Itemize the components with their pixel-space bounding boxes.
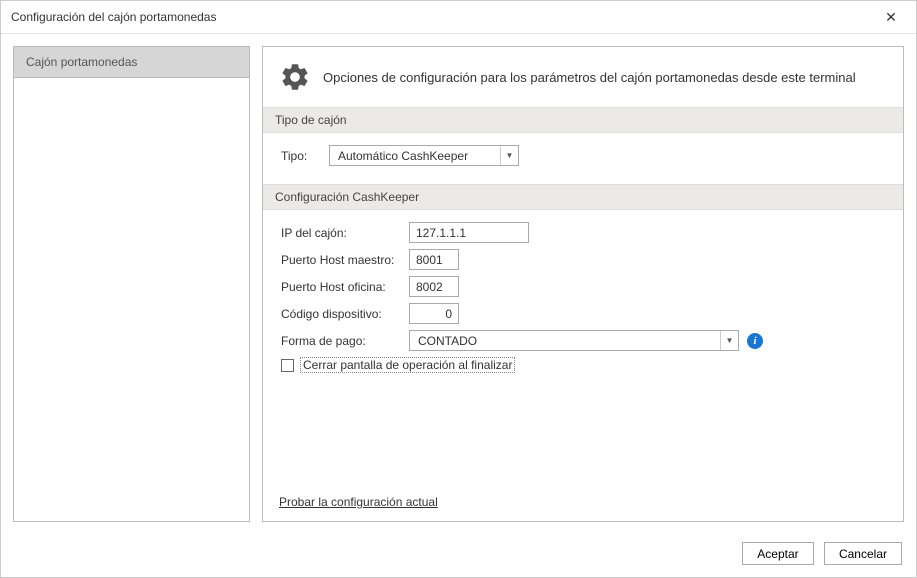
row-forma-pago: Forma de pago: CONTADO ▼ i bbox=[281, 330, 885, 351]
cerrar-checkbox[interactable] bbox=[281, 359, 294, 372]
content-area: Cajón portamonedas Opciones de configura… bbox=[1, 34, 916, 534]
test-config-link[interactable]: Probar la configuración actual bbox=[279, 495, 438, 509]
puerto-oficina-label: Puerto Host oficina: bbox=[281, 280, 401, 294]
tipo-label: Tipo: bbox=[281, 149, 321, 163]
close-button[interactable]: ✕ bbox=[876, 7, 906, 27]
puerto-maestro-label: Puerto Host maestro: bbox=[281, 253, 401, 267]
section-tipo: Tipo de cajón Tipo: Automático CashKeepe… bbox=[263, 107, 903, 184]
forma-pago-value: CONTADO bbox=[410, 334, 720, 348]
panel-header: Opciones de configuración para los parám… bbox=[263, 47, 903, 107]
accept-button[interactable]: Aceptar bbox=[742, 542, 814, 565]
forma-pago-dropdown[interactable]: CONTADO ▼ bbox=[409, 330, 739, 351]
chevron-down-icon: ▼ bbox=[500, 146, 518, 165]
puerto-oficina-input[interactable] bbox=[409, 276, 459, 297]
section-tipo-header: Tipo de cajón bbox=[263, 107, 903, 133]
gear-icon bbox=[279, 61, 311, 93]
row-ip: IP del cajón: bbox=[281, 222, 885, 243]
row-codigo: Código dispositivo: bbox=[281, 303, 885, 324]
window-title: Configuración del cajón portamonedas bbox=[11, 10, 216, 24]
section-cashkeeper: Configuración CashKeeper IP del cajón: P… bbox=[263, 184, 903, 385]
titlebar: Configuración del cajón portamonedas ✕ bbox=[1, 1, 916, 34]
tipo-dropdown-value: Automático CashKeeper bbox=[330, 149, 500, 163]
cerrar-checkbox-label: Cerrar pantalla de operación al finaliza… bbox=[300, 357, 515, 373]
cancel-button[interactable]: Cancelar bbox=[824, 542, 902, 565]
close-icon: ✕ bbox=[885, 9, 897, 26]
sidebar-item-label: Cajón portamonedas bbox=[26, 55, 137, 69]
row-tipo: Tipo: Automático CashKeeper ▼ bbox=[281, 145, 885, 166]
tipo-dropdown[interactable]: Automático CashKeeper ▼ bbox=[329, 145, 519, 166]
dialog-window: Configuración del cajón portamonedas ✕ C… bbox=[0, 0, 917, 578]
row-cerrar-pantalla: Cerrar pantalla de operación al finaliza… bbox=[281, 357, 885, 373]
dialog-footer: Aceptar Cancelar bbox=[1, 534, 916, 577]
codigo-input[interactable] bbox=[409, 303, 459, 324]
section-cashkeeper-header: Configuración CashKeeper bbox=[263, 184, 903, 210]
codigo-label: Código dispositivo: bbox=[281, 307, 401, 321]
ip-input[interactable] bbox=[409, 222, 529, 243]
row-puerto-oficina: Puerto Host oficina: bbox=[281, 276, 885, 297]
forma-pago-label: Forma de pago: bbox=[281, 334, 401, 348]
sidebar: Cajón portamonedas bbox=[13, 46, 250, 522]
ip-label: IP del cajón: bbox=[281, 226, 401, 240]
row-puerto-maestro: Puerto Host maestro: bbox=[281, 249, 885, 270]
sidebar-item-cajon[interactable]: Cajón portamonedas bbox=[14, 47, 249, 78]
puerto-maestro-input[interactable] bbox=[409, 249, 459, 270]
panel-description: Opciones de configuración para los parám… bbox=[323, 70, 856, 85]
chevron-down-icon: ▼ bbox=[720, 331, 738, 350]
info-icon[interactable]: i bbox=[747, 333, 763, 349]
main-panel: Opciones de configuración para los parám… bbox=[262, 46, 904, 522]
